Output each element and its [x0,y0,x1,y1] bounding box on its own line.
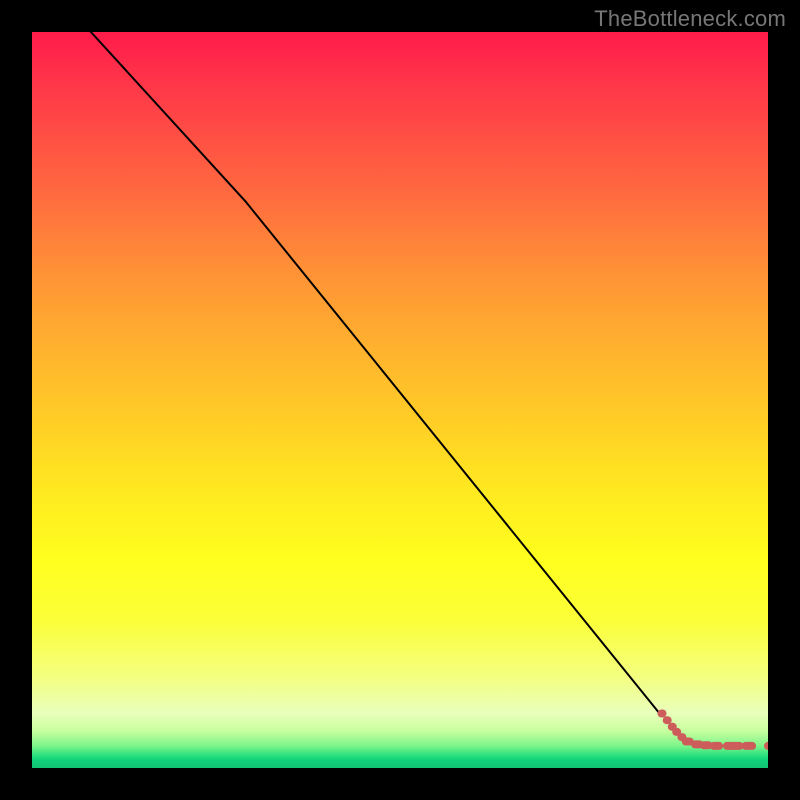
watermark-text: TheBottleneck.com [594,6,786,32]
plot-area [32,32,768,768]
gradient-background [32,32,768,768]
chart-stage: TheBottleneck.com [0,0,800,800]
